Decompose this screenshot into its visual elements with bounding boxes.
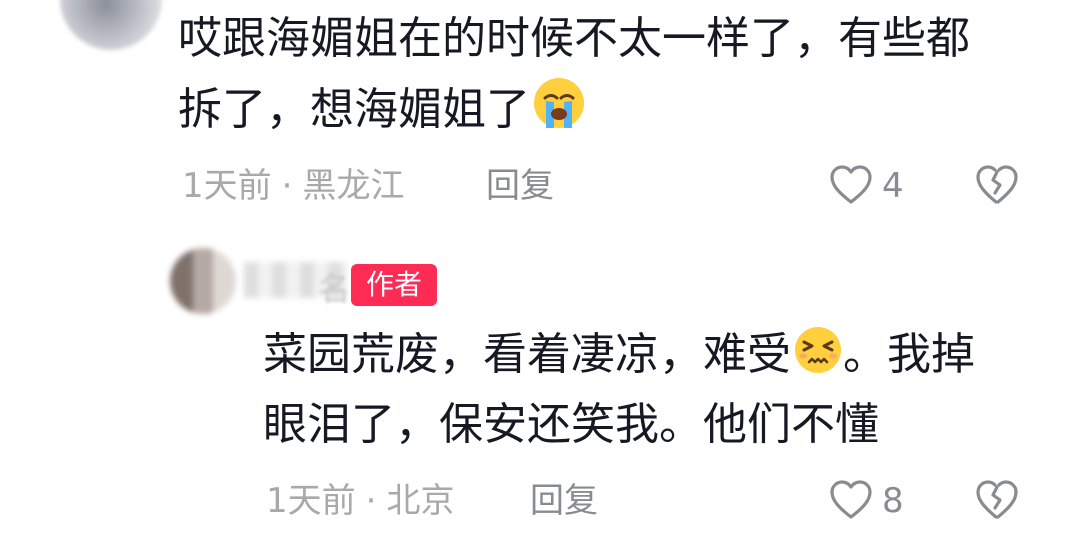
broken-heart-icon[interactable]: [974, 477, 1020, 523]
crying-face-icon: [534, 78, 584, 128]
comment-text: 哎跟海媚姐在的时候不太一样了，有些都: [178, 13, 970, 64]
comment-time: 1天前: [182, 166, 272, 206]
reply-button[interactable]: 回复: [486, 166, 554, 206]
comment-meta: 1天前 · 黑龙江: [182, 166, 404, 206]
like-count: 8: [882, 481, 904, 521]
like-count: 4: [882, 166, 904, 206]
meta-separator: ·: [365, 481, 377, 521]
avatar[interactable]: [170, 248, 236, 314]
comment-text-line: 拆了，想海媚姐了: [178, 76, 586, 143]
persevering-face-icon: [795, 327, 841, 373]
meta-separator: ·: [281, 166, 293, 206]
heart-icon[interactable]: [828, 477, 874, 523]
comment-text: 。我掉: [843, 329, 975, 380]
comment-text-line: 哎跟海媚姐在的时候不太一样了，有些都: [178, 6, 970, 72]
comment-text: 拆了，想海媚姐了: [178, 84, 530, 135]
comment-time: 1天前: [266, 481, 356, 521]
broken-heart-icon[interactable]: [974, 162, 1020, 208]
comment-text-line: 菜园荒废，看着凄凉，难受 。我掉: [263, 322, 975, 388]
heart-icon[interactable]: [828, 162, 874, 208]
comment-text-line: 眼泪了，保安还笑我。他们不懂: [263, 392, 879, 458]
comment-text: 眼泪了，保安还笑我。他们不懂: [263, 399, 879, 450]
comment-meta: 1天前 · 北京: [266, 481, 454, 521]
reply-button[interactable]: 回复: [530, 481, 598, 521]
comment-text: 菜园荒废，看着凄凉，难受: [263, 329, 791, 380]
avatar[interactable]: [60, 0, 162, 50]
comment-location: 北京: [386, 481, 455, 521]
comment-location: 黑龙江: [302, 166, 405, 206]
username[interactable]: 名: [318, 264, 350, 310]
author-badge: 作者: [351, 264, 437, 306]
